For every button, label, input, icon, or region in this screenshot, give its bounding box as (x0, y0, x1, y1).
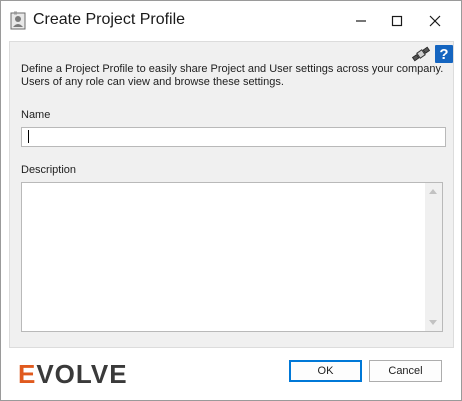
close-button[interactable] (417, 1, 453, 41)
description-scrollbar[interactable] (425, 183, 442, 331)
user-profile-icon (10, 11, 26, 30)
scroll-up-icon[interactable] (429, 189, 437, 194)
description-textarea[interactable] (22, 183, 424, 331)
intro-text: Define a Project Profile to easily share… (21, 63, 444, 88)
scroll-down-icon[interactable] (429, 320, 437, 325)
name-label: Name (21, 109, 51, 121)
satellite-icon[interactable] (411, 44, 431, 64)
logo-text: EVOLVE (18, 359, 128, 389)
form-panel: ? Define a Project Profile to easily sha… (9, 41, 454, 348)
title-bar[interactable]: Create Project Profile (1, 1, 461, 41)
minimize-icon (356, 20, 366, 22)
name-input[interactable] (21, 127, 446, 147)
maximize-icon (391, 15, 403, 27)
text-caret (28, 130, 29, 143)
evolve-logo: EVOLVE (18, 359, 128, 390)
help-icon[interactable]: ? (435, 45, 453, 63)
toolbar-icons: ? (411, 44, 453, 64)
close-icon (429, 15, 441, 27)
ok-button[interactable]: OK (289, 360, 362, 382)
description-field[interactable] (21, 182, 443, 332)
dialog-window: Create Project Profile ? Define a Projec… (0, 0, 462, 401)
description-label: Description (21, 164, 77, 176)
maximize-button[interactable] (379, 1, 415, 41)
window-title: Create Project Profile (33, 11, 186, 28)
cancel-button[interactable]: Cancel (369, 360, 442, 382)
minimize-button[interactable] (343, 1, 379, 41)
